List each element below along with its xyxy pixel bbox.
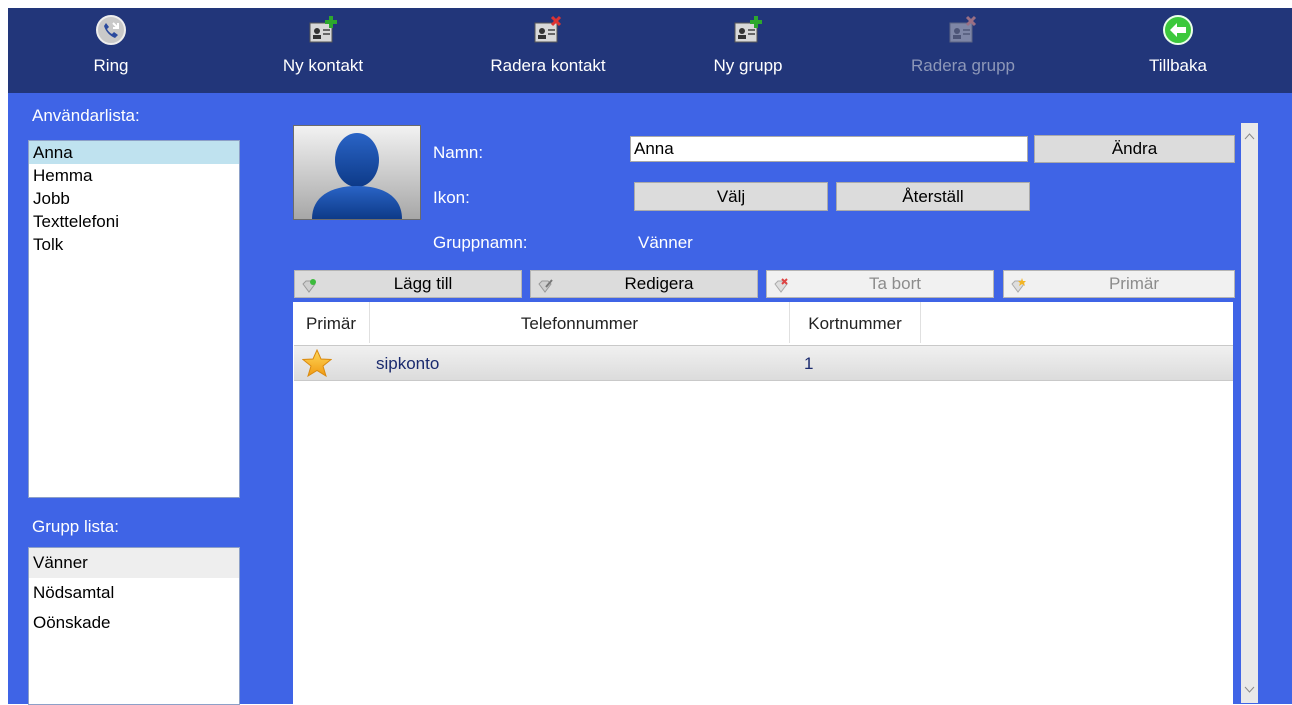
- name-label: Namn:: [433, 143, 484, 162]
- remove-number-label: Ta bort: [869, 274, 921, 293]
- user-item-texttelefoni[interactable]: Texttelefoni: [29, 210, 239, 233]
- edit-icon: [537, 276, 553, 302]
- user-item-hemma[interactable]: Hemma: [29, 164, 239, 187]
- contact-avatar: [293, 125, 421, 220]
- edit-number-label: Redigera: [624, 274, 694, 293]
- group-item-vanner[interactable]: Vänner: [29, 548, 239, 578]
- scroll-up-icon[interactable]: [1244, 127, 1255, 145]
- choose-icon-button[interactable]: Välj: [634, 182, 828, 211]
- user-item-jobb[interactable]: Jobb: [29, 187, 239, 210]
- add-number-label: Lägg till: [393, 274, 453, 293]
- ring-button[interactable]: Ring: [56, 8, 166, 93]
- delete-contact-label: Radera kontakt: [490, 56, 606, 75]
- add-group-icon: [732, 14, 764, 46]
- column-header-short[interactable]: Kortnummer: [790, 302, 921, 343]
- ring-label: Ring: [93, 56, 129, 75]
- group-item-nodsamtal[interactable]: Nödsamtal: [29, 578, 239, 608]
- icon-label: Ikon:: [433, 188, 470, 207]
- user-item-tolk[interactable]: Tolk: [29, 233, 239, 256]
- new-contact-button[interactable]: Ny kontakt: [268, 8, 378, 93]
- table-row[interactable]: sipkonto 1: [294, 345, 1233, 381]
- column-header-phone[interactable]: Telefonnummer: [370, 302, 790, 343]
- user-list-label: Användarlista:: [32, 106, 140, 125]
- delete-group-label: Radera grupp: [911, 56, 1015, 75]
- group-name-label: Gruppnamn:: [433, 233, 528, 252]
- remove-icon: [773, 276, 789, 302]
- new-contact-label: Ny kontakt: [282, 56, 364, 75]
- numbers-table: Primär Telefonnummer Kortnummer sipkonto…: [293, 302, 1233, 704]
- back-button[interactable]: Tillbaka: [1138, 8, 1218, 93]
- group-item-oonskade[interactable]: Oönskade: [29, 608, 239, 638]
- add-icon: [301, 276, 317, 302]
- phone-call-icon: [95, 14, 127, 46]
- reset-icon-button[interactable]: Återställ: [836, 182, 1030, 211]
- back-label: Tillbaka: [1149, 56, 1207, 75]
- toolbar: Ring Ny kontakt Radera kontakt Ny grupp …: [8, 8, 1292, 93]
- back-arrow-icon: [1162, 14, 1194, 46]
- change-button[interactable]: Ändra: [1034, 135, 1235, 163]
- delete-group-button[interactable]: Radera grupp: [898, 8, 1028, 93]
- scroll-down-icon[interactable]: [1244, 681, 1255, 699]
- primary-icon: [1010, 276, 1026, 302]
- user-item-anna[interactable]: Anna: [29, 141, 239, 164]
- new-group-label: Ny grupp: [713, 56, 783, 75]
- user-list[interactable]: Anna Hemma Jobb Texttelefoni Tolk: [28, 140, 240, 498]
- edit-number-button[interactable]: Redigera: [530, 270, 758, 298]
- column-header-primary[interactable]: Primär: [293, 302, 370, 343]
- delete-contact-button[interactable]: Radera kontakt: [473, 8, 623, 93]
- main-panel: Användarlista: Anna Hemma Jobb Texttelef…: [8, 93, 1292, 705]
- delete-contact-icon: [532, 14, 564, 46]
- set-primary-label: Primär: [1108, 274, 1160, 293]
- star-icon: [301, 348, 333, 383]
- group-list[interactable]: Vänner Nödsamtal Oönskade: [28, 547, 240, 705]
- delete-group-icon: [947, 14, 979, 46]
- vertical-scrollbar[interactable]: [1241, 123, 1258, 703]
- group-list-label: Grupp lista:: [32, 517, 119, 536]
- new-group-button[interactable]: Ny grupp: [693, 8, 803, 93]
- add-number-button[interactable]: Lägg till: [294, 270, 522, 298]
- add-contact-icon: [307, 14, 339, 46]
- short-number-cell: 1: [804, 354, 814, 373]
- phone-number-cell: sipkonto: [376, 354, 440, 373]
- group-name-value: Vänner: [638, 233, 693, 252]
- set-primary-button[interactable]: Primär: [1003, 270, 1235, 298]
- person-silhouette-icon: [312, 133, 402, 219]
- remove-number-button[interactable]: Ta bort: [766, 270, 994, 298]
- name-input[interactable]: Anna: [630, 136, 1028, 162]
